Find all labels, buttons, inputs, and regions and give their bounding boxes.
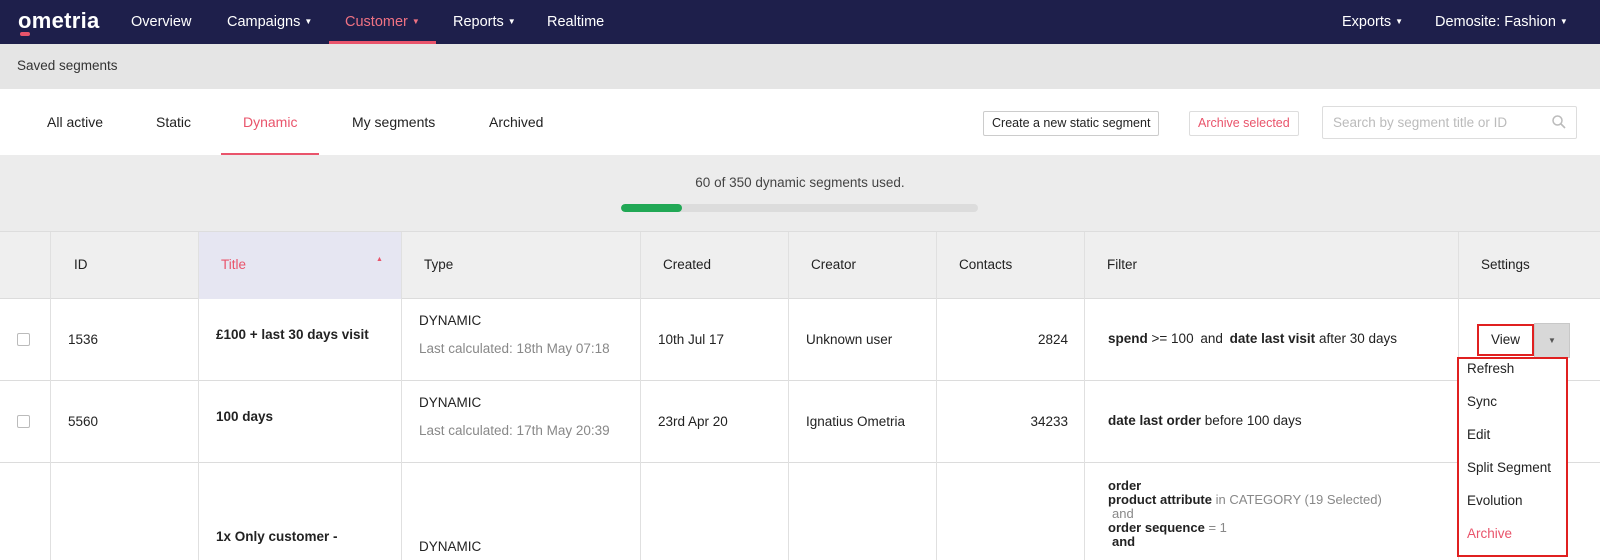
usage-progress-fill: [621, 204, 683, 212]
caret-down-icon: ▼: [1559, 17, 1568, 26]
page-header: Saved segments: [0, 44, 1600, 89]
segment-title[interactable]: 1x Only customer -: [216, 529, 338, 544]
table-row: 1x Only customer - DYNAMIC order product…: [0, 463, 1600, 560]
ometria-logo[interactable]: ometria: [18, 8, 100, 34]
filter-condition: before 100 days: [1204, 413, 1302, 428]
search-input[interactable]: [1333, 115, 1543, 130]
tab-static[interactable]: Static: [156, 89, 191, 155]
nav-account-demosite[interactable]: Demosite: Fashion ▼: [1435, 0, 1568, 44]
creator: Unknown user: [806, 332, 893, 347]
last-calculated: Last calculated: 17th May 20:39: [419, 423, 610, 438]
column-divider: [50, 232, 51, 560]
creator: Ignatius Ometria: [806, 414, 906, 429]
caret-down-icon: ▼: [507, 17, 516, 26]
archive-selected-button[interactable]: Archive selected: [1189, 111, 1299, 136]
column-divider: [198, 232, 199, 560]
menu-item-refresh[interactable]: Refresh: [1467, 361, 1514, 376]
header-created[interactable]: Created: [663, 257, 711, 272]
tab-archived[interactable]: Archived: [489, 89, 543, 155]
header-creator[interactable]: Creator: [811, 257, 856, 272]
segments-table: ID Title ▲ Type Created Creator Contacts…: [0, 232, 1600, 560]
segment-filter: spend >= 100 and date last visit after 3…: [1108, 331, 1397, 346]
tab-all-active[interactable]: All active: [47, 89, 103, 155]
contacts-count: 34233: [1030, 414, 1068, 429]
contacts-count: 2824: [1037, 332, 1068, 347]
segment-type: DYNAMIC: [419, 313, 482, 328]
logo-accent: [20, 32, 30, 36]
table-row: 1536 £100 + last 30 days visit DYNAMIC L…: [0, 299, 1600, 381]
search-box: [1322, 106, 1577, 139]
segment-title[interactable]: 100 days: [216, 409, 273, 424]
nav-realtime[interactable]: Realtime: [547, 0, 604, 44]
nav-overview[interactable]: Overview: [131, 0, 191, 44]
menu-item-edit[interactable]: Edit: [1467, 427, 1490, 442]
filter-field: order sequence: [1108, 520, 1205, 535]
filter-field: date last visit: [1229, 331, 1316, 346]
filter-condition: after 30 days: [1318, 331, 1397, 346]
segment-type: DYNAMIC: [419, 539, 482, 554]
caret-down-icon: ▼: [304, 17, 313, 26]
filter-operator: and: [1112, 506, 1134, 521]
header-id[interactable]: ID: [74, 257, 88, 272]
filter-field: product attribute: [1108, 492, 1212, 507]
search-icon[interactable]: [1552, 115, 1566, 129]
column-divider: [640, 232, 641, 560]
header-settings: Settings: [1481, 257, 1530, 272]
page-title: Saved segments: [17, 58, 118, 73]
segment-usage: 60 of 350 dynamic segments used.: [0, 155, 1600, 232]
tab-my-segments[interactable]: My segments: [352, 89, 435, 155]
nav-reports[interactable]: Reports ▼: [453, 0, 516, 44]
caret-down-icon: ▼: [1395, 17, 1404, 26]
tab-dynamic[interactable]: Dynamic: [220, 89, 321, 155]
header-title[interactable]: Title: [221, 257, 246, 272]
last-calculated: Last calculated: 18th May 07:18: [419, 341, 610, 356]
filter-condition: >= 100: [1151, 331, 1194, 346]
create-static-segment-button[interactable]: Create a new static segment: [983, 111, 1160, 136]
filter-field: order: [1108, 478, 1142, 493]
segment-id: 1536: [68, 332, 99, 347]
nav-customer[interactable]: Customer ▼: [329, 0, 436, 44]
header-contacts[interactable]: Contacts: [959, 257, 1012, 272]
filter-operator: and: [1112, 534, 1136, 549]
settings-dropdown-menu: Refresh Sync Edit Split Segment Evolutio…: [1457, 357, 1568, 557]
segment-type: DYNAMIC: [419, 395, 482, 410]
top-nav: ometria Overview Campaigns ▼ Customer ▼ Re…: [0, 0, 1600, 44]
caret-down-icon: ▼: [1548, 336, 1556, 345]
usage-progress-bar: [621, 204, 978, 212]
header-filter[interactable]: Filter: [1107, 257, 1137, 272]
menu-item-archive[interactable]: Archive: [1467, 526, 1512, 541]
header-type[interactable]: Type: [424, 257, 453, 272]
filter-operator: and: [1200, 331, 1223, 346]
sort-ascending-icon: ▲: [376, 256, 383, 263]
column-divider: [936, 232, 937, 560]
usage-text: 60 of 350 dynamic segments used.: [695, 175, 905, 190]
filter-condition: in CATEGORY (19 Selected): [1215, 492, 1382, 507]
menu-item-evolution[interactable]: Evolution: [1467, 493, 1523, 508]
segment-title[interactable]: £100 + last 30 days visit: [216, 327, 369, 342]
filter-condition: = 1: [1208, 520, 1227, 535]
column-divider: [401, 232, 402, 560]
segment-tabs: All active Static Dynamic My segments Ar…: [0, 89, 1600, 155]
row-select-checkbox[interactable]: [17, 415, 30, 428]
menu-item-sync[interactable]: Sync: [1467, 394, 1497, 409]
table-header: ID Title ▲ Type Created Creator Contacts…: [0, 232, 1600, 299]
nav-campaigns[interactable]: Campaigns ▼: [227, 0, 312, 44]
caret-down-icon: ▼: [411, 17, 420, 26]
table-row: 5560 100 days DYNAMIC Last calculated: 1…: [0, 381, 1600, 463]
segment-id: 5560: [68, 414, 99, 429]
column-divider: [1084, 232, 1085, 560]
created-date: 23rd Apr 20: [658, 414, 728, 429]
filter-field: date last order: [1108, 413, 1202, 428]
row-select-checkbox[interactable]: [17, 333, 30, 346]
menu-item-split-segment[interactable]: Split Segment: [1467, 460, 1551, 475]
segment-filter: order product attribute in CATEGORY (19 …: [1108, 479, 1438, 549]
segment-filter: date last order before 100 days: [1108, 413, 1302, 428]
settings-dropdown-toggle[interactable]: ▼: [1534, 323, 1570, 358]
column-divider: [788, 232, 789, 560]
nav-exports[interactable]: Exports ▼: [1342, 0, 1403, 44]
view-segment-button[interactable]: View: [1477, 324, 1534, 356]
filter-field: spend: [1108, 331, 1148, 346]
created-date: 10th Jul 17: [658, 332, 725, 347]
